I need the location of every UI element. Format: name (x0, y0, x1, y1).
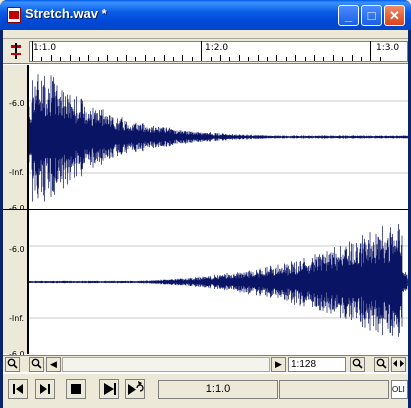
ruler-row: 1:1.0 1:2.0 1:3.0 (3, 39, 408, 64)
zoom-in-button-2[interactable] (374, 357, 389, 372)
go-to-end-button[interactable] (35, 379, 55, 399)
scroll-left-button[interactable]: ◀ (46, 357, 61, 372)
ruler-tick (41, 57, 43, 61)
ruler-tick (295, 55, 297, 61)
ruler-tick (332, 55, 334, 61)
ruler-tick (88, 55, 90, 61)
track-1[interactable]: -6.0 -Inf. -6.0 (3, 65, 408, 213)
minimize-button[interactable]: _ (338, 5, 359, 26)
stop-icon (71, 384, 81, 394)
play-loop-icon (128, 381, 144, 395)
play-icon (104, 383, 116, 395)
maximize-button[interactable]: □ (361, 5, 382, 26)
position-display[interactable]: 1:1.0 (158, 380, 278, 399)
horizontal-scrollbar-row: ◀ ▶ 1:128 (3, 355, 408, 372)
ruler-tick (116, 57, 118, 61)
title-bar[interactable]: Stretch.wav * _ □ ✕ (0, 0, 411, 30)
close-button[interactable]: ✕ (384, 5, 405, 26)
ruler-tick (210, 57, 212, 61)
ruler-tick (144, 55, 146, 61)
ruler-tick (379, 57, 381, 61)
ruler-tick (191, 57, 193, 61)
scroll-track[interactable] (62, 357, 270, 372)
go-to-start-button[interactable] (8, 379, 28, 399)
ruler-tick (107, 55, 109, 61)
ruler-tick (182, 55, 184, 61)
magnifier-icon (376, 358, 387, 369)
ruler-tick (285, 57, 287, 61)
track-1-label-mid: -Inf. (9, 168, 25, 177)
stop-button[interactable] (66, 379, 86, 399)
scroll-split-button[interactable] (391, 357, 406, 372)
ruler-tick (201, 41, 203, 61)
ruler-mark-1: 1:1.0 (33, 43, 57, 53)
waveform-track-1[interactable] (29, 65, 408, 209)
magnifier-icon (352, 358, 363, 369)
play-button[interactable] (99, 379, 119, 399)
ruler-tick (257, 55, 259, 61)
top-strip (3, 30, 408, 39)
track-1-axis: -6.0 -Inf. -6.0 (3, 65, 29, 213)
ruler-tick (173, 57, 174, 61)
track-2-axis: -6.0 -Inf. -6.0 (3, 210, 29, 359)
ruler-tick (370, 41, 372, 61)
left-right-arrows-icon (393, 360, 404, 367)
track-2-label-top: -6.0 (9, 245, 25, 254)
window-title: Stretch.wav * (25, 6, 107, 21)
ruler-tick (126, 55, 127, 61)
scroll-right-button[interactable]: ▶ (271, 357, 286, 372)
ruler-tick (248, 57, 250, 61)
ruler-tick (69, 55, 71, 61)
ruler-tick (79, 57, 80, 61)
magnifier-icon (7, 358, 18, 369)
ruler-tick (351, 55, 353, 61)
ruler-tick (314, 55, 315, 61)
length-field[interactable]: 1:128 (288, 357, 346, 372)
ruler-mark-2: 1:2.0 (205, 43, 229, 53)
zoom-out-button[interactable] (5, 357, 20, 372)
transport-bar: 1:1.0 OLI (3, 373, 408, 408)
ruler-tick (163, 55, 165, 61)
play-loop-button[interactable] (125, 379, 145, 399)
wave-file-icon[interactable] (7, 7, 21, 23)
marker-tool-icon[interactable] (9, 43, 23, 59)
ruler-tick (361, 57, 362, 61)
ruler-tick (60, 57, 62, 61)
waveform-track-2[interactable] (29, 210, 408, 354)
sound-editor-window: Stretch.wav * _ □ ✕ 1:1.0 1:2.0 1:3.0 -6… (0, 0, 411, 408)
ruler-tick (154, 57, 156, 61)
zoom-out-button-2[interactable] (350, 357, 365, 372)
time-ruler[interactable]: 1:1.0 1:2.0 1:3.0 (29, 41, 408, 62)
waveform-path (29, 74, 408, 202)
old-toggle-button[interactable]: OLI (391, 380, 408, 399)
magnifier-icon (31, 358, 42, 369)
ruler-tick (238, 55, 240, 61)
track-2-label-mid: -Inf. (9, 314, 25, 323)
ruler-tick (342, 57, 344, 61)
ruler-tick (267, 57, 268, 61)
ruler-mark-3: 1:3.0 (376, 43, 400, 53)
ruler-tick (32, 41, 33, 61)
ruler-tick (276, 55, 278, 61)
editor-client-area: 1:1.0 1:2.0 1:3.0 -6.0 -Inf. -6.0 -6.0 -… (3, 30, 408, 408)
track-2[interactable]: -6.0 -Inf. -6.0 (3, 210, 408, 359)
ruler-tick (229, 57, 231, 61)
zoom-in-button[interactable] (29, 357, 44, 372)
track-1-label-top: -6.0 (9, 99, 25, 108)
skip-forward-icon (40, 384, 50, 394)
ruler-tick (135, 57, 137, 61)
ruler-tick (97, 57, 99, 61)
ruler-tick (50, 55, 52, 61)
ruler-tick (304, 57, 306, 61)
ruler-tick (323, 57, 325, 61)
waveform-path (29, 224, 408, 337)
skip-back-icon (13, 384, 23, 394)
ruler-tick (220, 55, 221, 61)
status-panel (279, 380, 389, 399)
